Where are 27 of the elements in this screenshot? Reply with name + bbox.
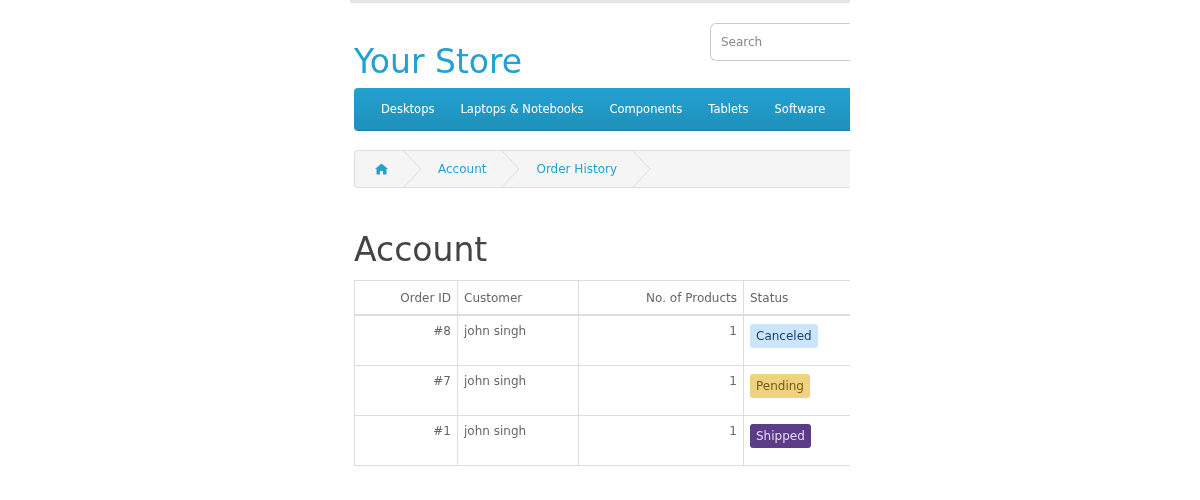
table-cell: 1	[578, 415, 744, 466]
table-cell: 1	[578, 365, 744, 416]
column-header: Status	[743, 280, 850, 315]
menu-item[interactable]: Software	[761, 102, 839, 116]
store-name[interactable]: Your Store	[354, 42, 523, 82]
table-cell: john singh	[457, 365, 579, 416]
status-badge: Pending	[750, 374, 810, 398]
menu-item[interactable]: Laptops & Notebooks	[447, 102, 597, 116]
status-badge: Canceled	[750, 324, 818, 348]
menu-item[interactable]: Desktops	[368, 102, 448, 116]
table-cell: #7	[354, 365, 458, 416]
page-title: Account	[354, 230, 489, 270]
home-icon[interactable]	[375, 163, 388, 175]
table-cell: 1	[578, 315, 744, 366]
menu-item[interactable]: Components	[596, 102, 696, 116]
table-cell: john singh	[457, 315, 579, 366]
table-cell: #1	[354, 415, 458, 466]
column-header: No. of Products	[578, 280, 744, 315]
table-cell: john singh	[457, 415, 579, 466]
breadcrumb-link[interactable]: Order History	[536, 162, 618, 176]
menu-item[interactable]: Tablets	[695, 102, 762, 116]
table-cell: #8	[354, 315, 458, 366]
breadcrumb-link[interactable]: Account	[438, 162, 487, 176]
column-header: Order ID	[354, 280, 458, 315]
search-field[interactable]: Search	[710, 23, 850, 61]
column-header: Customer	[457, 280, 579, 315]
status-badge: Shipped	[750, 424, 811, 448]
